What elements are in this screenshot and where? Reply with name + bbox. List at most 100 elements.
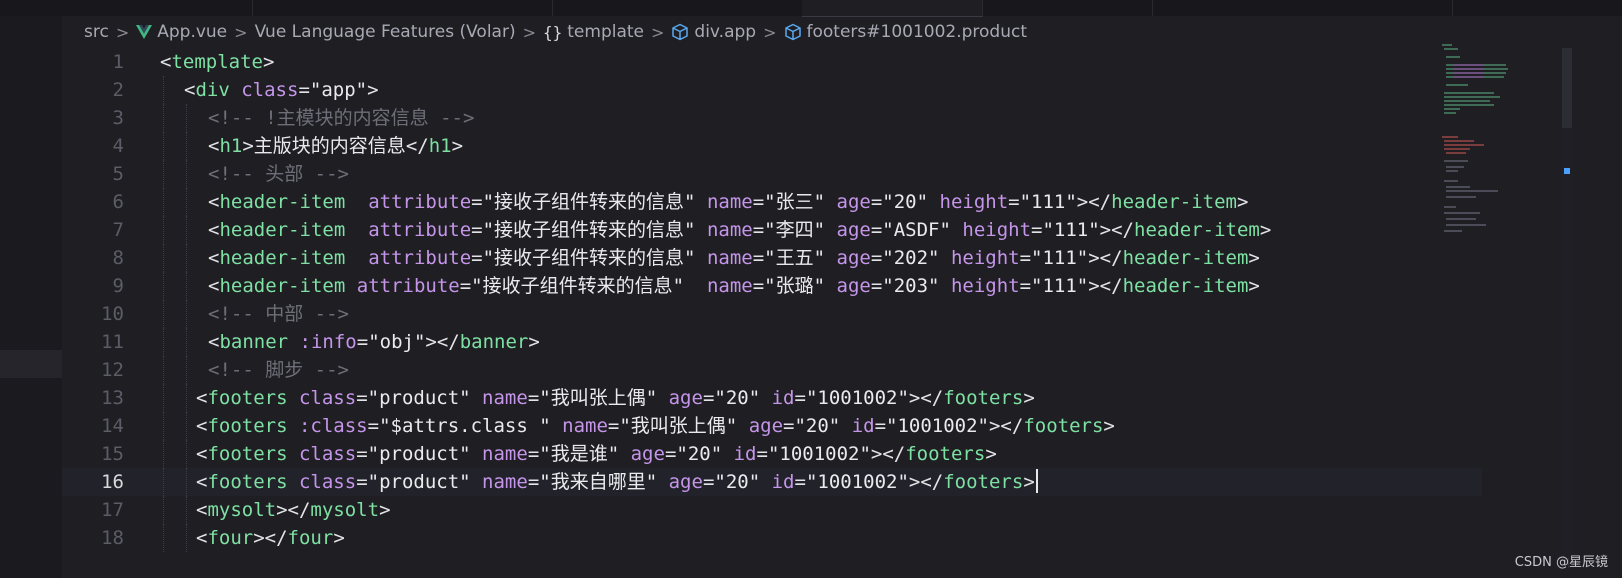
tag-name: header-item [1122,247,1249,269]
attribute-value: "接收子组件转来的信息" [482,191,696,213]
breadcrumb-item-src[interactable]: src [84,22,109,42]
code-comment: <!-- 头部 --> [208,163,349,185]
watermark: CSDN @星辰镜 [1514,555,1608,570]
indent-guide [163,244,164,272]
attribute-value: "ASDF" [882,219,951,241]
code-line[interactable]: 18 <four></four> [62,524,1482,552]
code-editor[interactable]: 1 <template> 2 <div class="app"> 3 <!-- … [62,48,1482,578]
indent-guide [163,76,164,104]
indent-guide [163,160,164,188]
indent-guide [163,132,164,160]
indent-guide [186,440,187,468]
attribute-name: height [950,275,1020,297]
tag-name: header-item [219,219,346,241]
attribute-value: "接收子组件转来的信息" [471,275,685,297]
breadcrumb-item-footers[interactable]: footers#1001002.product [784,22,1027,42]
code-line[interactable]: 9 <header-item attribute="接收子组件转来的信息" na… [62,272,1482,300]
attribute-value: "1001002" [805,471,909,493]
editor-tab[interactable] [252,0,553,16]
editor-tab[interactable] [62,0,253,16]
attribute-name: class [298,387,357,409]
editor-tab[interactable] [1152,0,1453,16]
attribute-value: "202" [882,247,940,269]
indent-guide [186,160,187,188]
code-line[interactable]: 11 <banner :info="obj"></banner> [62,328,1482,356]
code-line[interactable]: 13 <footers class="product" name="我叫张上偶"… [62,384,1482,412]
activity-bar [0,16,62,578]
breadcrumb-item-volar[interactable]: Vue Language Features (Volar) [255,22,516,42]
attribute-value: "我来自哪里" [539,471,658,493]
breadcrumb-item-div-app[interactable]: div.app [671,22,756,42]
breadcrumb-label: src [84,22,109,42]
code-line[interactable]: 7 <header-item attribute="接收子组件转来的信息" na… [62,216,1482,244]
attribute-value: "我是谁" [539,443,620,465]
attribute-value: "20" [882,191,929,213]
line-number: 11 [101,331,124,353]
line-number: 2 [112,79,124,101]
attribute-value: "李四" [764,219,826,241]
line-number: 1 [112,51,124,73]
tag-name: footers [905,443,986,465]
chevron-right-icon: > [234,22,248,42]
code-line[interactable]: 5 <!-- 头部 --> [62,160,1482,188]
tag-name: banner [459,331,529,353]
breadcrumb-label: App.vue [157,22,228,42]
code-line[interactable]: 4 <h1>主版块的内容信息</h1> [62,132,1482,160]
attribute-name: age [668,387,703,409]
indent-guide [186,244,187,272]
code-line-current[interactable]: 16 <footers class="product" name="我来自哪里"… [62,468,1482,496]
vscode-window: src > App.vue > Vue Language Features (V… [0,0,1622,578]
line-number: 5 [112,163,124,185]
indent-guide [163,468,164,496]
attribute-name: name [706,191,753,213]
code-text: <footers class="product" name="我叫张上偶" ag… [196,387,1035,409]
code-text: <header-item attribute="接收子组件转来的信息" name… [208,247,1260,269]
tag-name: h1 [428,135,452,157]
editor-tab[interactable] [982,0,1153,16]
minimap[interactable] [1438,40,1558,240]
code-line[interactable]: 14 <footers :class="$attrs.class " name=… [62,412,1482,440]
indent-guide [163,356,164,384]
code-line[interactable]: 1 <template> [62,48,1482,76]
line-number: 16 [101,471,124,493]
breadcrumb-item-template[interactable]: {} template [543,22,644,42]
vertical-scrollbar[interactable] [1562,48,1572,558]
chevron-right-icon: > [522,22,536,42]
indent-guide [163,328,164,356]
code-text: <footers class="product" name="我来自哪里" ag… [196,468,1038,496]
attribute-value: "203" [882,275,940,297]
line-number: 7 [112,219,124,241]
code-line[interactable]: 8 <header-item attribute="接收子组件转来的信息" na… [62,244,1482,272]
tag-name: footers [207,415,288,437]
attribute-name: :info [299,331,357,353]
code-line[interactable]: 2 <div class="app"> [62,76,1482,104]
minimap-preview [1442,44,1508,232]
code-line[interactable]: 6 <header-item attribute="接收子组件转来的信息" na… [62,188,1482,216]
vue-logo-icon [136,25,153,39]
breadcrumb-item-app-vue[interactable]: App.vue [136,22,227,42]
text-cursor [1035,469,1038,493]
tag-name: four [287,527,334,549]
code-line[interactable]: 12 <!-- 脚步 --> [62,356,1482,384]
editor-tab-strip [0,0,1622,17]
attribute-value: "1001002" [805,387,909,409]
tag-name: header-item [219,275,346,297]
attribute-name: name [482,443,528,465]
code-line[interactable]: 3 <!-- !主模块的内容信息 --> [62,104,1482,132]
tag-name: template [171,51,263,73]
indent-guide [163,188,164,216]
breadcrumb: src > App.vue > Vue Language Features (V… [62,16,1622,48]
attribute-name: attribute [368,191,472,213]
attribute-value: "$attrs.class " [379,415,551,437]
attribute-value: "111" [1019,191,1077,213]
code-comment: <!-- 脚步 --> [208,359,349,381]
tag-name: banner [219,331,289,353]
attribute-name: age [836,247,871,269]
attribute-value: "我叫张上偶" [619,415,738,437]
code-line[interactable]: 15 <footers class="product" name="我是谁" a… [62,440,1482,468]
editor-tab-active[interactable] [802,0,983,17]
scrollbar-thumb[interactable] [1562,48,1572,128]
editor-tab[interactable] [552,0,803,16]
code-line[interactable]: 10 <!-- 中部 --> [62,300,1482,328]
code-line[interactable]: 17 <mysolt></mysolt> [62,496,1482,524]
